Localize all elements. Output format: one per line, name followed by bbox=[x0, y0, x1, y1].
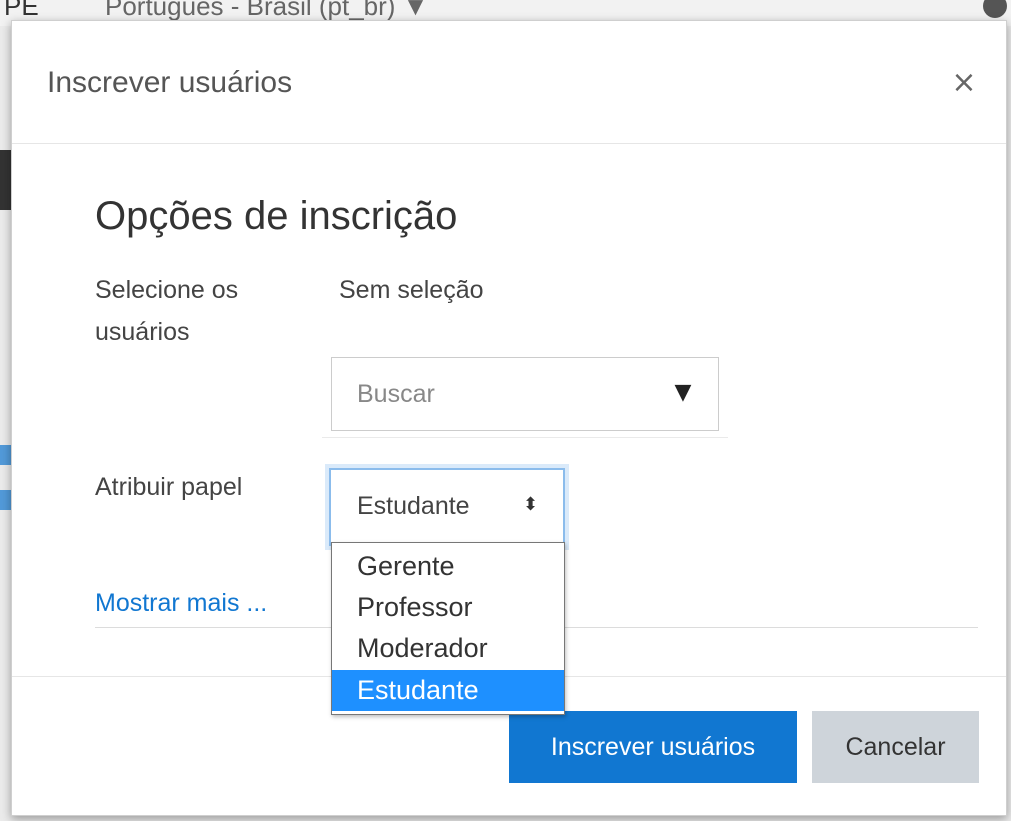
role-select-value: Estudante bbox=[357, 492, 470, 520]
close-button[interactable]: × bbox=[949, 68, 979, 98]
select-users-label: Selecione os usuários bbox=[95, 276, 239, 346]
role-dropdown-list: Gerente Professor Moderador Estudante bbox=[331, 542, 565, 715]
background-avatar-icon bbox=[983, 0, 1007, 18]
form-heading: Opções de inscrição bbox=[95, 194, 458, 238]
background-edge-link bbox=[0, 490, 11, 510]
assign-role-label: Atribuir papel bbox=[95, 473, 243, 501]
dropdown-arrow-icon[interactable]: ▼ bbox=[670, 380, 696, 406]
role-option-moderador[interactable]: Moderador bbox=[332, 628, 564, 669]
cancel-button[interactable]: Cancelar bbox=[812, 711, 979, 783]
role-option-professor[interactable]: Professor bbox=[332, 587, 564, 628]
role-option-gerente[interactable]: Gerente bbox=[332, 546, 564, 587]
user-search-container: ▼ bbox=[322, 354, 728, 438]
background-site-name: PE bbox=[4, 0, 39, 21]
enrol-users-modal: Inscrever usuários × Opções de inscrição… bbox=[11, 20, 1007, 816]
user-search-input[interactable] bbox=[332, 358, 652, 430]
select-arrows-icon: ⬍ bbox=[523, 494, 539, 515]
close-icon: × bbox=[951, 65, 977, 100]
background-edge-link bbox=[0, 445, 11, 465]
enrol-users-button[interactable]: Inscrever usuários bbox=[509, 711, 797, 783]
show-more-link[interactable]: Mostrar mais ... bbox=[95, 589, 267, 618]
modal-header: Inscrever usuários × bbox=[12, 21, 1006, 144]
background-edge-block bbox=[0, 150, 11, 210]
role-select[interactable]: Estudante ⬍ bbox=[329, 468, 565, 546]
role-option-estudante[interactable]: Estudante bbox=[332, 670, 564, 711]
user-search-box: ▼ bbox=[331, 357, 719, 431]
selected-users-value: Sem seleção bbox=[339, 276, 484, 304]
background-language-selector: Português - Brasil (pt_br) ▼ bbox=[105, 0, 429, 21]
modal-title: Inscrever usuários bbox=[47, 66, 293, 99]
